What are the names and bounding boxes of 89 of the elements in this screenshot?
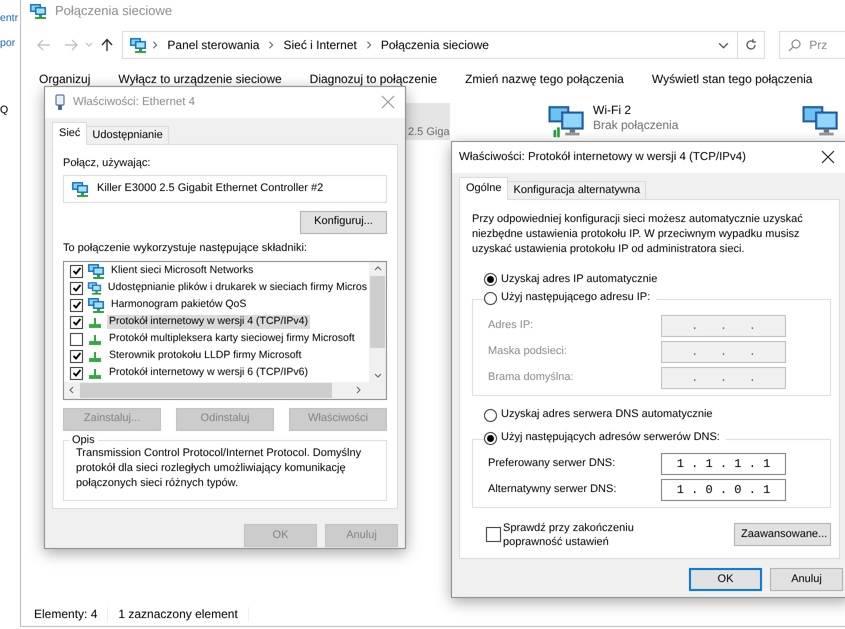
tab[interactable]: Konfiguracja alternatywna — [507, 180, 646, 200]
field-label: Brama domyślna: — [488, 371, 574, 386]
arrow-left-icon — [37, 39, 52, 51]
desktop-label: Q — [0, 104, 8, 118]
plug-icon — [55, 94, 65, 111]
arrow-up-icon — [101, 38, 114, 52]
link[interactable]: por — [0, 37, 16, 50]
checkbox[interactable] — [70, 282, 83, 294]
toolbar-button[interactable]: Wyświetl stan tego połączenia — [652, 72, 826, 86]
chevron-icon — [267, 41, 276, 50]
window-icon — [29, 3, 47, 19]
dialog-title: Właściwości: Ethernet 4 — [73, 95, 196, 110]
breadcrumb[interactable]: Panel sterowania — [163, 38, 264, 52]
list-item[interactable]: Protokół internetowy w wersji 4 (TCP/IPv4) — [107, 315, 310, 329]
toolbar-button[interactable]: Diagnozuj to połączenie — [310, 72, 452, 86]
location-icon — [129, 37, 148, 53]
service-icon — [87, 280, 102, 296]
toolbar-button[interactable]: Wyłącz to urządzenie sieciowe — [118, 72, 296, 86]
list-item[interactable]: Klient sieci Microsoft Networks — [109, 264, 256, 278]
checkbox[interactable] — [70, 264, 83, 278]
status-text: 1 zaznaczony element — [118, 606, 249, 622]
configure-button[interactable]: Konfiguruj... — [300, 210, 387, 234]
list-item[interactable]: Protokół internetowy w wersji 6 (TCP/IPv6) — [107, 366, 310, 380]
field-label: Maska podsieci: — [488, 345, 567, 360]
refresh-button[interactable] — [738, 31, 766, 59]
chevron-icon — [364, 41, 373, 50]
search-icon — [788, 38, 802, 52]
close-icon[interactable] — [821, 150, 835, 164]
dialog-button[interactable]: Anuluj — [770, 568, 843, 591]
checkbox[interactable] — [486, 527, 501, 542]
refresh-icon — [744, 38, 758, 52]
tab[interactable]: Udostępnianie — [86, 126, 169, 145]
service-icon — [87, 297, 105, 313]
connection-item[interactable]: 2.5 Giga — [406, 103, 450, 140]
arrow-right-icon — [64, 39, 78, 51]
status-text: Elementy: 4 — [34, 606, 108, 622]
breadcrumb[interactable]: Sieć i Internet — [279, 38, 361, 52]
radio-button[interactable] — [484, 432, 497, 445]
search-field[interactable]: Prz — [779, 31, 845, 59]
connection-item[interactable]: Wi-Fi 2 Brak połączenia — [541, 103, 741, 140]
ip-address-field[interactable]: 1 . 1 . 1 . 1 — [661, 452, 786, 474]
toolbar-button[interactable]: Organizuj — [39, 72, 104, 86]
list-item[interactable]: Protokół multipleksera karty sieciowej firmy Microsoft — [107, 332, 357, 346]
chevron-icon — [151, 41, 160, 50]
field-label: Adres IP: — [488, 319, 534, 334]
tab[interactable]: Ogólne — [459, 176, 508, 200]
checkbox[interactable] — [70, 332, 83, 346]
horizontal-scrollbar[interactable] — [64, 382, 386, 398]
protocol-icon — [87, 332, 103, 346]
radio-button[interactable] — [484, 273, 497, 286]
dialog-button[interactable]: OK — [689, 568, 762, 591]
list-item[interactable]: Harmonogram pakietów QoS — [109, 298, 248, 312]
vertical-scrollbar[interactable] — [369, 262, 386, 382]
section-label: To połączenie wykorzystuje następujące składniki: — [63, 242, 308, 256]
checkbox[interactable] — [70, 366, 83, 380]
field-label: Preferowany serwer DNS: — [488, 456, 616, 470]
field-label: Połącz, używając: — [63, 157, 152, 171]
protocol-icon — [87, 349, 103, 363]
radio-button[interactable] — [484, 408, 497, 422]
breadcrumb[interactable]: Połączenia sieciowe — [376, 38, 493, 52]
adapter-icon — [71, 180, 89, 197]
tab[interactable]: Sieć — [52, 122, 88, 145]
radio-label[interactable]: Uzyskaj adres IP automatycznie — [501, 273, 658, 287]
intro-text: Przy odpowiedniej konfiguracji sieci możesz automatycznie uzyskać niezbędne ustawienia protokołu IP. W przeciwnym wypadku musisz uzyskać ustawienia protokołu IP od administratora sieci. — [472, 212, 804, 257]
radio-label[interactable]: Użyj następującego adresu IP: — [501, 291, 650, 305]
window-title: Połączenia sieciowe — [55, 2, 172, 20]
dialog-title: Właściwości: Protokół internetowy w wersji 4 (TCP/IPv4) — [459, 150, 746, 165]
caret-down-icon — [85, 42, 94, 48]
checkbox-label[interactable]: Sprawdź przy zakończeniu poprawność ustawień — [503, 520, 683, 548]
field-label: Alternatywny serwer DNS: — [488, 482, 616, 496]
advanced-button[interactable]: Zaawansowane... — [734, 523, 831, 546]
address-bar[interactable]: Panel sterowania Sieć i Internet Połączenia sieciowe — [122, 31, 738, 59]
protocol-icon — [87, 366, 103, 380]
link[interactable]: entr — [0, 12, 18, 26]
ip-address-field[interactable]: 1 . 0 . 0 . 1 — [661, 478, 786, 500]
toolbar-button[interactable]: Zmień nazwę tego połączenia — [465, 72, 638, 86]
description-text: Transmission Control Protocol/Internet Protocol. Domyślny protokół dla sieci rozległych umożliwiający komunikację połączonych sieci różnych typów. — [75, 446, 362, 490]
protocol-icon — [87, 315, 103, 329]
checkbox[interactable] — [70, 298, 83, 312]
list-item[interactable]: Udostępnianie plików i drukarek w sieciach firmy Micros — [106, 281, 369, 295]
radio-label[interactable]: Użyj następujących adresów serwerów DNS: — [501, 431, 720, 446]
network-icon — [87, 263, 105, 279]
radio-label[interactable]: Uzyskaj adres serwera DNS automatycznie — [501, 408, 713, 422]
adapter-field: Killer E3000 2.5 Gigabit Ethernet Controller #2 — [63, 174, 387, 203]
list-item[interactable]: Sterownik protokołu LLDP firmy Microsoft — [107, 349, 304, 363]
checkbox[interactable] — [70, 350, 83, 362]
radio-button[interactable] — [484, 292, 497, 304]
checkbox[interactable] — [70, 316, 83, 328]
group-label: Opis — [71, 434, 96, 446]
